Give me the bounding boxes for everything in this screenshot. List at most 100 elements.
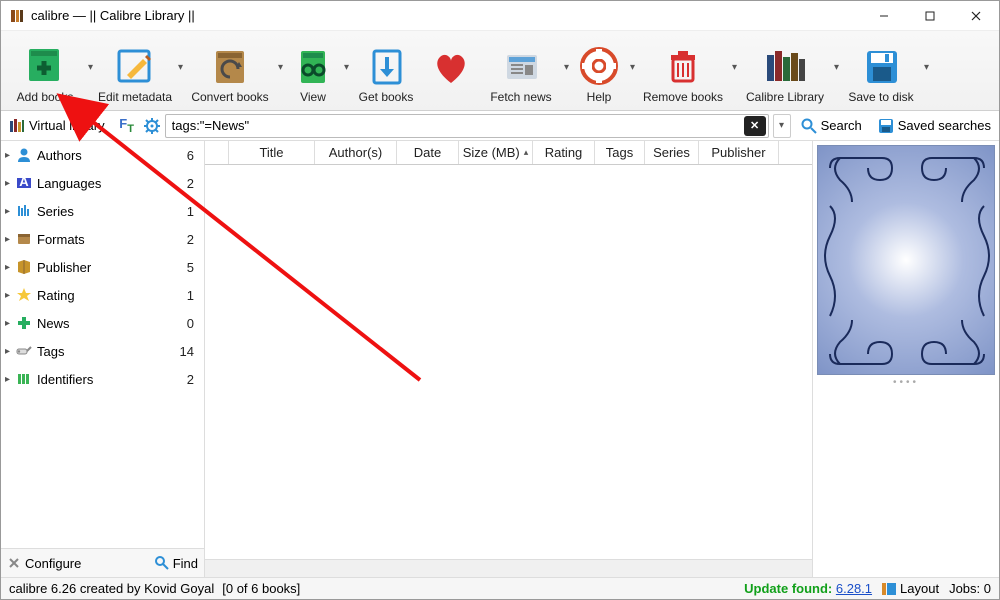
dropdown-caret-icon[interactable]: ▾ bbox=[88, 62, 93, 73]
column-header-date[interactable]: Date bbox=[397, 141, 459, 164]
column-header-title[interactable]: Title bbox=[229, 141, 315, 164]
edit-metadata-button[interactable]: Edit metadata ▾ bbox=[95, 34, 175, 108]
edit-metadata-icon bbox=[111, 44, 159, 88]
convert-books-icon bbox=[206, 44, 254, 88]
creator-label: calibre 6.26 created by Kovid Goyal bbox=[9, 581, 214, 596]
sidebar-item-publisher[interactable]: ▸Publisher5 bbox=[1, 253, 204, 281]
dropdown-caret-icon[interactable]: ▾ bbox=[564, 62, 569, 73]
category-icon bbox=[15, 370, 33, 388]
save-icon bbox=[857, 44, 905, 88]
dropdown-caret-icon[interactable]: ▾ bbox=[630, 62, 635, 73]
sidebar-item-series[interactable]: ▸Series1 bbox=[1, 197, 204, 225]
sidebar-item-news[interactable]: ▸News0 bbox=[1, 309, 204, 337]
search-icon bbox=[155, 556, 169, 570]
expand-icon[interactable]: ▸ bbox=[5, 150, 15, 161]
sidebar-item-identifiers[interactable]: ▸Identifiers2 bbox=[1, 365, 204, 393]
saved-searches-label: Saved searches bbox=[898, 118, 991, 133]
column-header-tags[interactable]: Tags bbox=[595, 141, 645, 164]
category-icon bbox=[15, 342, 33, 360]
horizontal-scrollbar[interactable] bbox=[205, 559, 812, 577]
expand-icon[interactable]: ▸ bbox=[5, 318, 15, 329]
app-icon bbox=[9, 8, 25, 24]
category-count: 14 bbox=[180, 344, 200, 359]
column-header-rating[interactable]: Rating bbox=[533, 141, 595, 164]
fetch-news-label: Fetch news bbox=[490, 90, 551, 104]
category-count: 2 bbox=[187, 232, 200, 247]
expand-icon[interactable]: ▸ bbox=[5, 346, 15, 357]
dropdown-caret-icon[interactable]: ▾ bbox=[834, 62, 839, 73]
category-label: Languages bbox=[37, 176, 187, 191]
search-input[interactable] bbox=[166, 116, 744, 135]
gear-icon bbox=[144, 118, 160, 134]
expand-icon[interactable]: ▸ bbox=[5, 262, 15, 273]
book-list-body[interactable] bbox=[205, 165, 812, 559]
remove-books-button[interactable]: Remove books ▾ bbox=[637, 34, 729, 108]
jobs-label[interactable]: Jobs: 0 bbox=[949, 581, 991, 596]
book-list-pane: TitleAuthor(s)DateSize (MB)▴RatingTagsSe… bbox=[205, 141, 813, 577]
dropdown-caret-icon[interactable]: ▾ bbox=[178, 62, 183, 73]
dropdown-caret-icon[interactable]: ▾ bbox=[924, 62, 929, 73]
column-corner bbox=[205, 141, 229, 164]
calibre-library-button[interactable]: Calibre Library ▾ bbox=[739, 34, 831, 108]
library-icon bbox=[761, 44, 809, 88]
configure-button[interactable]: Configure bbox=[7, 556, 81, 571]
sidebar-item-rating[interactable]: ▸Rating1 bbox=[1, 281, 204, 309]
category-icon bbox=[15, 314, 33, 332]
view-button[interactable]: View ▾ bbox=[285, 34, 341, 108]
maximize-button[interactable] bbox=[907, 1, 953, 31]
column-header-series[interactable]: Series bbox=[645, 141, 699, 164]
book-cover[interactable] bbox=[817, 145, 995, 375]
search-options-button[interactable] bbox=[141, 113, 163, 139]
sidebar-item-authors[interactable]: ▸Authors6 bbox=[1, 141, 204, 169]
donate-button[interactable] bbox=[421, 34, 481, 108]
sidebar-item-languages[interactable]: ▸A Languages2 bbox=[1, 169, 204, 197]
cover-grip[interactable]: •••• bbox=[817, 377, 995, 388]
category-label: Rating bbox=[37, 288, 187, 303]
saved-searches-button[interactable]: Saved searches bbox=[870, 111, 999, 140]
column-header-publisher[interactable]: Publisher bbox=[699, 141, 779, 164]
sidebar-item-tags[interactable]: ▸Tags14 bbox=[1, 337, 204, 365]
main-toolbar: Add books ▾ Edit metadata ▾ Convert book… bbox=[1, 31, 999, 111]
help-icon bbox=[575, 44, 623, 88]
update-found-label: Update found: bbox=[744, 581, 832, 596]
wrench-icon bbox=[7, 556, 21, 570]
cover-panel: •••• bbox=[813, 141, 999, 577]
expand-icon[interactable]: ▸ bbox=[5, 290, 15, 301]
minimize-button[interactable] bbox=[861, 1, 907, 31]
category-count: 2 bbox=[187, 176, 200, 191]
fetch-news-button[interactable]: Fetch news ▾ bbox=[481, 34, 561, 108]
virtual-library-button[interactable]: Virtual library bbox=[1, 111, 113, 140]
help-button[interactable]: Help ▾ bbox=[571, 34, 627, 108]
category-icon: A bbox=[15, 174, 33, 192]
clear-search-button[interactable]: ✕ bbox=[744, 116, 766, 136]
save-to-disk-label: Save to disk bbox=[848, 90, 913, 104]
sidebar-item-formats[interactable]: ▸Formats2 bbox=[1, 225, 204, 253]
layout-button[interactable]: Layout bbox=[882, 581, 939, 596]
search-button[interactable]: Search bbox=[793, 111, 870, 140]
edit-metadata-label: Edit metadata bbox=[98, 90, 172, 104]
close-button[interactable] bbox=[953, 1, 999, 31]
column-header-author-s-[interactable]: Author(s) bbox=[315, 141, 397, 164]
category-count: 6 bbox=[187, 148, 200, 163]
expand-icon[interactable]: ▸ bbox=[5, 206, 15, 217]
add-books-icon bbox=[21, 44, 69, 88]
expand-icon[interactable]: ▸ bbox=[5, 234, 15, 245]
dropdown-caret-icon[interactable]: ▾ bbox=[732, 62, 737, 73]
find-button[interactable]: Find bbox=[155, 556, 198, 571]
update-version-link[interactable]: 6.28.1 bbox=[836, 581, 872, 596]
expand-icon[interactable]: ▸ bbox=[5, 178, 15, 189]
category-count: 0 bbox=[187, 316, 200, 331]
fulltext-search-button[interactable]: FT bbox=[113, 113, 141, 139]
convert-books-button[interactable]: Convert books ▾ bbox=[185, 34, 275, 108]
dropdown-caret-icon[interactable]: ▾ bbox=[278, 62, 283, 73]
column-header-size-mb-[interactable]: Size (MB)▴ bbox=[459, 141, 533, 164]
add-books-button[interactable]: Add books ▾ bbox=[5, 34, 85, 108]
view-icon bbox=[289, 44, 337, 88]
search-history-dropdown[interactable]: ▾ bbox=[773, 114, 791, 138]
dropdown-caret-icon[interactable]: ▾ bbox=[344, 62, 349, 73]
expand-icon[interactable]: ▸ bbox=[5, 374, 15, 385]
save-to-disk-button[interactable]: Save to disk ▾ bbox=[841, 34, 921, 108]
view-label: View bbox=[300, 90, 326, 104]
configure-label: Configure bbox=[25, 556, 81, 571]
get-books-button[interactable]: Get books bbox=[351, 34, 421, 108]
